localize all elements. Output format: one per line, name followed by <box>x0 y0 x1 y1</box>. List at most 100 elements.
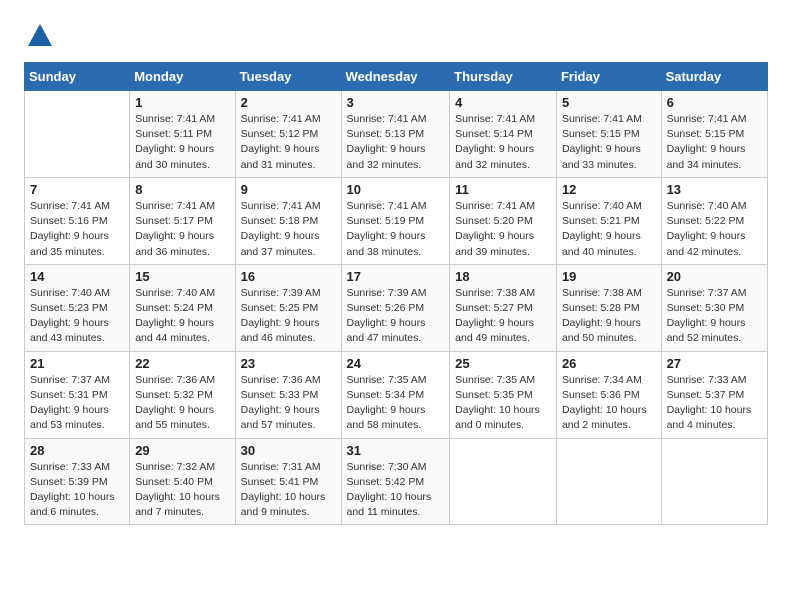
calendar-cell: 12 Sunrise: 7:40 AMSunset: 5:21 PMDayligh… <box>556 177 661 264</box>
day-number: 30 <box>241 443 336 458</box>
day-header-thursday: Thursday <box>450 63 557 91</box>
day-info: Sunrise: 7:34 AMSunset: 5:36 PMDaylight:… <box>562 373 656 434</box>
day-number: 21 <box>30 356 124 371</box>
day-info: Sunrise: 7:41 AMSunset: 5:11 PMDaylight:… <box>135 112 229 173</box>
calendar-cell <box>25 91 130 178</box>
day-number: 10 <box>347 182 445 197</box>
calendar-cell: 21 Sunrise: 7:37 AMSunset: 5:31 PMDayligh… <box>25 351 130 438</box>
day-info: Sunrise: 7:40 AMSunset: 5:24 PMDaylight:… <box>135 286 229 347</box>
calendar-cell: 28 Sunrise: 7:33 AMSunset: 5:39 PMDayligh… <box>25 438 130 525</box>
day-info: Sunrise: 7:41 AMSunset: 5:18 PMDaylight:… <box>241 199 336 260</box>
day-number: 15 <box>135 269 229 284</box>
calendar-cell: 31 Sunrise: 7:30 AMSunset: 5:42 PMDayligh… <box>341 438 450 525</box>
calendar-cell <box>450 438 557 525</box>
day-info: Sunrise: 7:41 AMSunset: 5:17 PMDaylight:… <box>135 199 229 260</box>
day-number: 23 <box>241 356 336 371</box>
day-number: 25 <box>455 356 551 371</box>
day-number: 2 <box>241 95 336 110</box>
day-number: 20 <box>667 269 762 284</box>
calendar-week-1: 1 Sunrise: 7:41 AMSunset: 5:11 PMDaylight… <box>25 91 768 178</box>
day-number: 6 <box>667 95 762 110</box>
calendar-cell: 20 Sunrise: 7:37 AMSunset: 5:30 PMDayligh… <box>661 264 767 351</box>
day-number: 17 <box>347 269 445 284</box>
day-number: 7 <box>30 182 124 197</box>
day-info: Sunrise: 7:41 AMSunset: 5:19 PMDaylight:… <box>347 199 445 260</box>
day-info: Sunrise: 7:39 AMSunset: 5:26 PMDaylight:… <box>347 286 445 347</box>
day-number: 29 <box>135 443 229 458</box>
calendar-cell: 3 Sunrise: 7:41 AMSunset: 5:13 PMDaylight… <box>341 91 450 178</box>
day-info: Sunrise: 7:40 AMSunset: 5:22 PMDaylight:… <box>667 199 762 260</box>
day-number: 8 <box>135 182 229 197</box>
day-info: Sunrise: 7:40 AMSunset: 5:21 PMDaylight:… <box>562 199 656 260</box>
day-info: Sunrise: 7:41 AMSunset: 5:13 PMDaylight:… <box>347 112 445 173</box>
calendar-cell: 5 Sunrise: 7:41 AMSunset: 5:15 PMDaylight… <box>556 91 661 178</box>
day-info: Sunrise: 7:38 AMSunset: 5:28 PMDaylight:… <box>562 286 656 347</box>
day-info: Sunrise: 7:33 AMSunset: 5:37 PMDaylight:… <box>667 373 762 434</box>
day-header-monday: Monday <box>130 63 235 91</box>
calendar-week-3: 14 Sunrise: 7:40 AMSunset: 5:23 PMDayligh… <box>25 264 768 351</box>
day-info: Sunrise: 7:36 AMSunset: 5:32 PMDaylight:… <box>135 373 229 434</box>
calendar-cell: 2 Sunrise: 7:41 AMSunset: 5:12 PMDaylight… <box>235 91 341 178</box>
calendar-cell: 15 Sunrise: 7:40 AMSunset: 5:24 PMDayligh… <box>130 264 235 351</box>
day-number: 4 <box>455 95 551 110</box>
day-info: Sunrise: 7:39 AMSunset: 5:25 PMDaylight:… <box>241 286 336 347</box>
day-number: 18 <box>455 269 551 284</box>
day-number: 12 <box>562 182 656 197</box>
day-number: 11 <box>455 182 551 197</box>
day-number: 5 <box>562 95 656 110</box>
day-info: Sunrise: 7:41 AMSunset: 5:15 PMDaylight:… <box>562 112 656 173</box>
day-number: 9 <box>241 182 336 197</box>
day-info: Sunrise: 7:41 AMSunset: 5:12 PMDaylight:… <box>241 112 336 173</box>
day-number: 24 <box>347 356 445 371</box>
calendar-cell: 22 Sunrise: 7:36 AMSunset: 5:32 PMDayligh… <box>130 351 235 438</box>
day-info: Sunrise: 7:33 AMSunset: 5:39 PMDaylight:… <box>30 460 124 521</box>
day-number: 22 <box>135 356 229 371</box>
day-number: 1 <box>135 95 229 110</box>
calendar-cell: 13Sunrise: 7:40 AMSunset: 5:22 PMDayligh… <box>661 177 767 264</box>
day-number: 14 <box>30 269 124 284</box>
calendar-week-2: 7 Sunrise: 7:41 AMSunset: 5:16 PMDaylight… <box>25 177 768 264</box>
calendar-cell: 24 Sunrise: 7:35 AMSunset: 5:34 PMDayligh… <box>341 351 450 438</box>
calendar-week-5: 28 Sunrise: 7:33 AMSunset: 5:39 PMDayligh… <box>25 438 768 525</box>
day-info: Sunrise: 7:41 AMSunset: 5:16 PMDaylight:… <box>30 199 124 260</box>
calendar-cell: 6 Sunrise: 7:41 AMSunset: 5:15 PMDaylight… <box>661 91 767 178</box>
calendar-cell: 25Sunrise: 7:35 AMSunset: 5:35 PMDayligh… <box>450 351 557 438</box>
logo-icon <box>24 20 56 52</box>
day-info: Sunrise: 7:36 AMSunset: 5:33 PMDaylight:… <box>241 373 336 434</box>
day-header-wednesday: Wednesday <box>341 63 450 91</box>
calendar-week-4: 21 Sunrise: 7:37 AMSunset: 5:31 PMDayligh… <box>25 351 768 438</box>
calendar-cell: 27 Sunrise: 7:33 AMSunset: 5:37 PMDayligh… <box>661 351 767 438</box>
calendar-cell: 23 Sunrise: 7:36 AMSunset: 5:33 PMDayligh… <box>235 351 341 438</box>
day-info: Sunrise: 7:31 AMSunset: 5:41 PMDaylight:… <box>241 460 336 521</box>
day-header-sunday: Sunday <box>25 63 130 91</box>
day-number: 3 <box>347 95 445 110</box>
day-number: 31 <box>347 443 445 458</box>
day-header-tuesday: Tuesday <box>235 63 341 91</box>
calendar-cell: 14 Sunrise: 7:40 AMSunset: 5:23 PMDayligh… <box>25 264 130 351</box>
day-info: Sunrise: 7:35 AMSunset: 5:34 PMDaylight:… <box>347 373 445 434</box>
calendar-cell: 29Sunrise: 7:32 AMSunset: 5:40 PMDayligh… <box>130 438 235 525</box>
day-info: Sunrise: 7:41 AMSunset: 5:14 PMDaylight:… <box>455 112 551 173</box>
day-number: 27 <box>667 356 762 371</box>
calendar-cell: 7 Sunrise: 7:41 AMSunset: 5:16 PMDaylight… <box>25 177 130 264</box>
day-info: Sunrise: 7:37 AMSunset: 5:30 PMDaylight:… <box>667 286 762 347</box>
calendar-cell: 16 Sunrise: 7:39 AMSunset: 5:25 PMDayligh… <box>235 264 341 351</box>
calendar-cell <box>556 438 661 525</box>
day-number: 26 <box>562 356 656 371</box>
day-number: 16 <box>241 269 336 284</box>
day-info: Sunrise: 7:37 AMSunset: 5:31 PMDaylight:… <box>30 373 124 434</box>
day-number: 28 <box>30 443 124 458</box>
calendar-cell: 26 Sunrise: 7:34 AMSunset: 5:36 PMDayligh… <box>556 351 661 438</box>
calendar-cell: 10 Sunrise: 7:41 AMSunset: 5:19 PMDayligh… <box>341 177 450 264</box>
calendar-cell: 4 Sunrise: 7:41 AMSunset: 5:14 PMDaylight… <box>450 91 557 178</box>
day-info: Sunrise: 7:30 AMSunset: 5:42 PMDaylight:… <box>347 460 445 521</box>
day-info: Sunrise: 7:41 AMSunset: 5:15 PMDaylight:… <box>667 112 762 173</box>
calendar-table: SundayMondayTuesdayWednesdayThursdayFrid… <box>24 62 768 525</box>
day-header-saturday: Saturday <box>661 63 767 91</box>
calendar-cell: 8 Sunrise: 7:41 AMSunset: 5:17 PMDaylight… <box>130 177 235 264</box>
calendar-cell: 17 Sunrise: 7:39 AMSunset: 5:26 PMDayligh… <box>341 264 450 351</box>
day-info: Sunrise: 7:38 AMSunset: 5:27 PMDaylight:… <box>455 286 551 347</box>
calendar-cell <box>661 438 767 525</box>
calendar-cell: 30 Sunrise: 7:31 AMSunset: 5:41 PMDayligh… <box>235 438 341 525</box>
day-info: Sunrise: 7:40 AMSunset: 5:23 PMDaylight:… <box>30 286 124 347</box>
